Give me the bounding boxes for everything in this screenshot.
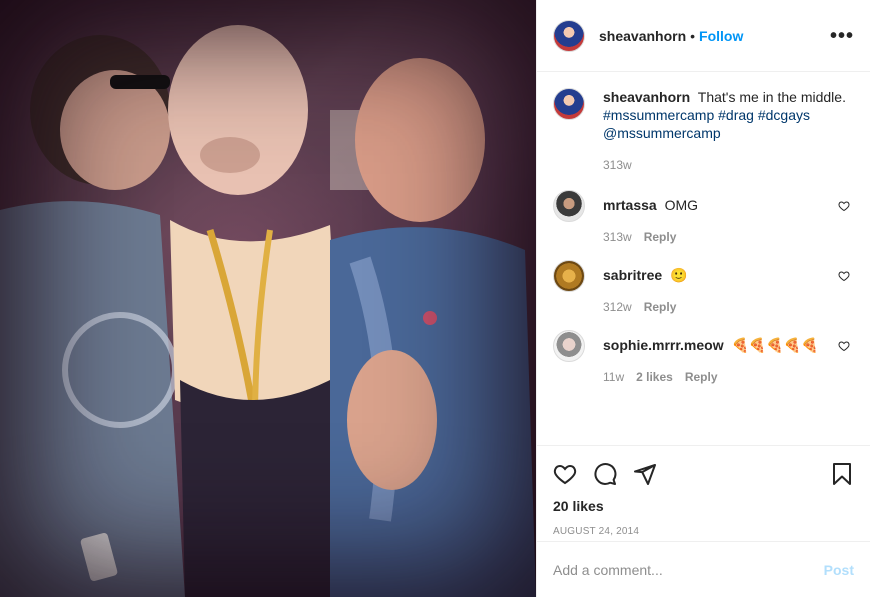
comment-username[interactable]: sophie.mrrr.meow [603, 337, 724, 353]
caption-body: sheavanhorn That's me in the middle. #ms… [603, 88, 846, 174]
hashtag-link[interactable]: #mssummercamp [603, 107, 714, 123]
comment-time[interactable]: 313w [603, 228, 632, 246]
comments-section: sheavanhorn That's me in the middle. #ms… [537, 72, 870, 445]
likes-count[interactable]: 20 likes [553, 498, 854, 514]
author-username[interactable]: sheavanhorn [599, 28, 686, 44]
caption-username[interactable]: sheavanhorn [603, 89, 690, 105]
hashtag-link[interactable]: #drag [718, 107, 754, 123]
caption-meta: 313w [603, 156, 846, 174]
comment-item: sophie.mrrr.meow 🍕🍕🍕🍕🍕 11w 2 likes Reply [553, 330, 854, 386]
more-options-icon[interactable]: ••• [830, 26, 854, 46]
post-sidebar: sheavanhorn • Follow ••• sheavanhorn Tha… [536, 0, 870, 597]
comment-username[interactable]: sabritree [603, 267, 662, 283]
caption-text: That's me in the middle. [697, 89, 846, 105]
comment-time[interactable]: 312w [603, 298, 632, 316]
comment-meta: 11w 2 likes Reply [603, 368, 854, 386]
post-header: sheavanhorn • Follow ••• [537, 0, 870, 72]
post-actions: 20 likes AUGUST 24, 2014 [537, 445, 870, 541]
follow-button[interactable]: Follow [699, 28, 743, 44]
comment-avatar[interactable] [553, 260, 585, 292]
comment-body: sabritree 🙂 312w Reply [603, 260, 854, 316]
caption-time[interactable]: 313w [603, 156, 632, 174]
post-date[interactable]: AUGUST 24, 2014 [553, 526, 854, 537]
paper-plane-icon[interactable] [633, 462, 657, 486]
comment-item: sabritree 🙂 312w Reply [553, 260, 854, 316]
reply-button[interactable]: Reply [644, 228, 677, 246]
hashtag-link[interactable]: #dcgays [758, 107, 810, 123]
caption: sheavanhorn That's me in the middle. #ms… [553, 88, 854, 174]
comment-meta: 313w Reply [603, 228, 854, 246]
comment-like-heart-icon[interactable] [838, 340, 850, 352]
comment-item: mrtassa OMG 313w Reply [553, 190, 854, 246]
mention-link[interactable]: @mssummercamp [603, 125, 721, 141]
heart-icon[interactable] [553, 462, 577, 486]
photo-content [0, 0, 536, 597]
comment-like-heart-icon[interactable] [838, 200, 850, 212]
action-icons-row [553, 454, 854, 494]
reply-button[interactable]: Reply [644, 298, 677, 316]
post-photo[interactable] [0, 0, 536, 597]
comment-meta: 312w Reply [603, 298, 854, 316]
comment-text: 🙂 [670, 267, 688, 283]
comment-text: 🍕🍕🍕🍕🍕 [731, 337, 819, 353]
comment-body: mrtassa OMG 313w Reply [603, 190, 854, 246]
author-avatar[interactable] [553, 19, 585, 52]
comment-icon[interactable] [593, 462, 617, 486]
comment-username[interactable]: mrtassa [603, 197, 657, 213]
comment-avatar[interactable] [553, 330, 585, 362]
bookmark-icon[interactable] [830, 462, 854, 486]
comment-likes-count[interactable]: 2 likes [636, 368, 673, 386]
comment-text: OMG [664, 197, 699, 213]
comment-time[interactable]: 11w [603, 368, 624, 386]
caption-avatar[interactable] [553, 88, 585, 120]
header-separator: • [690, 27, 696, 44]
comment-input[interactable] [553, 561, 824, 578]
post-comment-button[interactable]: Post [824, 562, 854, 578]
comment-avatar[interactable] [553, 190, 585, 222]
photo-illustration [0, 0, 536, 597]
add-comment-bar: Post [537, 541, 870, 597]
comment-body: sophie.mrrr.meow 🍕🍕🍕🍕🍕 11w 2 likes Reply [603, 330, 854, 386]
comment-like-heart-icon[interactable] [838, 270, 850, 282]
post-frame: sheavanhorn • Follow ••• sheavanhorn Tha… [0, 0, 870, 597]
reply-button[interactable]: Reply [685, 368, 718, 386]
